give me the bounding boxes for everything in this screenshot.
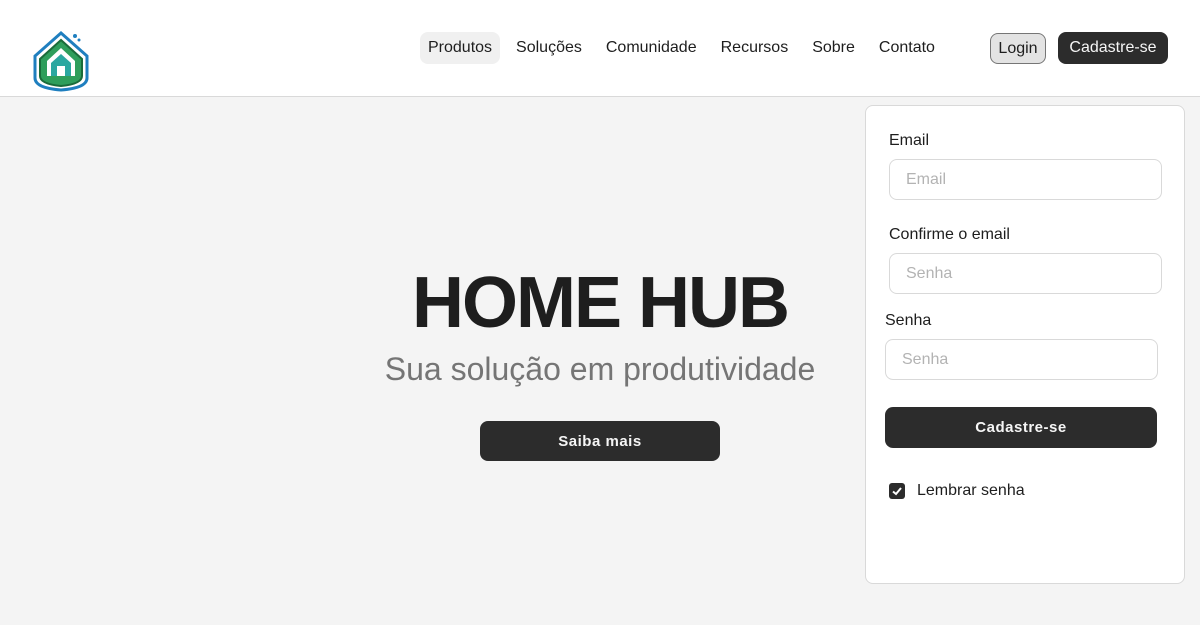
signup-submit-button[interactable]: Cadastre-se (885, 407, 1157, 448)
nav-item-contato[interactable]: Contato (871, 32, 943, 64)
confirm-email-input[interactable] (889, 253, 1162, 294)
nav-item-solucoes[interactable]: Soluções (508, 32, 590, 64)
signup-header-button[interactable]: Cadastre-se (1058, 32, 1168, 64)
nav-item-comunidade[interactable]: Comunidade (598, 32, 705, 64)
remember-password-row[interactable]: Lembrar senha (889, 482, 1025, 500)
signup-form-card: Email Confirme o email Senha Cadastre-se… (865, 105, 1185, 584)
nav-item-recursos[interactable]: Recursos (713, 32, 797, 64)
email-label: Email (889, 132, 930, 149)
remember-password-label: Lembrar senha (917, 482, 1025, 499)
hero-title: HOME HUB (412, 263, 790, 343)
top-header: Produtos Soluções Comunidade Recursos So… (0, 0, 1200, 97)
login-button[interactable]: Login (990, 33, 1046, 64)
password-input[interactable] (885, 339, 1158, 380)
nav-item-sobre[interactable]: Sobre (804, 32, 863, 64)
nav-item-produtos[interactable]: Produtos (420, 32, 501, 64)
home-hub-logo-icon[interactable] (27, 26, 97, 96)
email-input[interactable] (889, 159, 1162, 200)
check-icon (892, 487, 902, 496)
main-nav: Produtos Soluções Comunidade Recursos So… (420, 32, 951, 64)
password-label: Senha (885, 312, 932, 329)
confirm-email-label: Confirme o email (889, 226, 1010, 243)
remember-checkbox[interactable] (889, 483, 905, 499)
learn-more-button[interactable]: Saiba mais (480, 421, 720, 461)
hero-subtitle: Sua solução em produtividade (384, 351, 816, 387)
